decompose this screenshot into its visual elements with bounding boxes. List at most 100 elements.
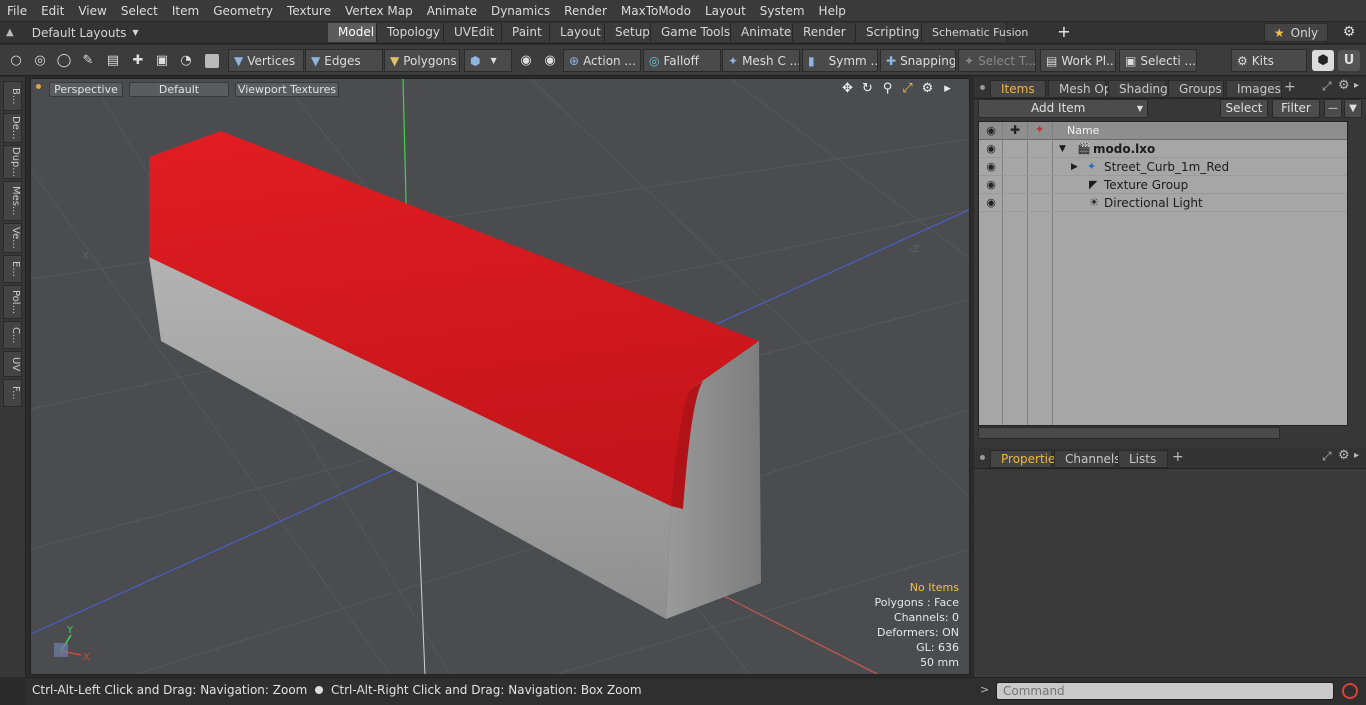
lock-header-icon[interactable]: ✚ <box>1010 123 1020 137</box>
tab-mesh-ops[interactable]: Mesh Ops <box>1048 80 1118 98</box>
strip-tab-basic[interactable]: B... <box>3 81 22 111</box>
menu-system[interactable]: System <box>753 0 812 22</box>
clock-icon[interactable]: ◔ <box>175 50 197 71</box>
falloff-button[interactable]: ◎ Falloff <box>643 49 721 72</box>
globe-icon[interactable]: ◎ <box>29 50 51 71</box>
select-button[interactable]: Select <box>1220 99 1268 118</box>
tab-setup[interactable]: Setup <box>605 23 651 42</box>
item-mode-icon[interactable] <box>201 50 223 71</box>
add-item-button[interactable]: Add Item ▼ <box>978 99 1148 118</box>
tab-model[interactable]: Model <box>328 23 377 42</box>
record-icon[interactable] <box>1342 683 1358 699</box>
menu-vertex-map[interactable]: Vertex Map <box>338 0 420 22</box>
menu-animate[interactable]: Animate <box>420 0 484 22</box>
zoom-view-icon[interactable]: ⚲ <box>880 81 895 96</box>
material-mode-button[interactable]: ⬢ ▼ <box>464 49 512 72</box>
tab-images[interactable]: Images <box>1226 80 1282 98</box>
panel-menu-dot[interactable] <box>980 85 985 90</box>
funnel-icon[interactable]: ▼ <box>1344 99 1362 118</box>
viewport-scene[interactable]: Y X -X -Z <box>31 79 970 675</box>
command-input[interactable] <box>996 682 1334 700</box>
viewport-menu-dot[interactable] <box>36 84 41 89</box>
item-list-scrollbar[interactable] <box>978 427 1280 439</box>
street-curb-mesh[interactable] <box>149 131 761 619</box>
unreal-icon[interactable]: U <box>1338 50 1360 71</box>
tab-uvedit[interactable]: UVEdit <box>444 23 502 42</box>
3d-viewport[interactable]: Y X -X -Z Perspective Default Viewport T… <box>30 78 970 675</box>
panel-gear-icon[interactable]: ⚙ <box>1338 78 1350 93</box>
panel-menu-dot[interactable] <box>980 455 985 460</box>
frame-icon[interactable]: ▣ <box>151 50 173 71</box>
selection-sets-button[interactable]: ▣ Selecti ... <box>1119 49 1197 72</box>
menu-dynamics[interactable]: Dynamics <box>484 0 557 22</box>
list-item[interactable]: ◉ ▼ 🎬 modo.lxo <box>979 140 1347 158</box>
tab-items[interactable]: Items <box>990 80 1046 98</box>
cube-icon[interactable]: ⬢ <box>1312 50 1334 71</box>
select-through-button[interactable]: ✦ Select T... <box>958 49 1036 72</box>
strip-tab-uv[interactable]: UV <box>3 351 22 377</box>
strip-tab-polygon[interactable]: Pol... <box>3 285 22 319</box>
menu-select[interactable]: Select <box>114 0 165 22</box>
rotate-view-icon[interactable]: ↻ <box>860 81 875 96</box>
name-header[interactable]: Name <box>1067 124 1099 137</box>
tab-game-tools[interactable]: Game Tools <box>651 23 731 42</box>
tab-topology[interactable]: Topology <box>377 23 444 42</box>
add-tab-icon[interactable]: + <box>1056 22 1072 43</box>
item-type-header-icon[interactable]: ✦ <box>1035 123 1044 136</box>
panel-arrow-icon[interactable]: ▸ <box>1354 80 1359 91</box>
move-view-icon[interactable]: ✥ <box>840 81 855 96</box>
panel-expand-icon[interactable]: ⤢ <box>1322 79 1332 94</box>
expand-arrow-icon[interactable]: ▸ <box>940 81 955 96</box>
strip-tab-curve[interactable]: C... <box>3 321 22 349</box>
list-item[interactable]: ◉ ☀ Directional Light <box>979 194 1347 212</box>
add-panel-tab-icon[interactable]: + <box>1284 79 1296 95</box>
menu-item[interactable]: Item <box>165 0 206 22</box>
viewport-settings-icon[interactable]: ⚙ <box>920 81 935 96</box>
edges-button[interactable]: ▼ Edges <box>305 49 383 72</box>
work-plane-button[interactable]: ▤ Work Pl... <box>1040 49 1116 72</box>
symmetry-button[interactable]: ▮ Symm ... <box>802 49 878 72</box>
snapping-button[interactable]: ✚ Snapping <box>880 49 956 72</box>
tab-properties[interactable]: Properties <box>990 450 1062 468</box>
expand-arrow-icon[interactable]: ▶ <box>1071 158 1078 176</box>
perspective-button[interactable]: Perspective <box>49 82 123 97</box>
tab-channels[interactable]: Channels <box>1054 450 1121 468</box>
panel-expand-icon[interactable]: ⤢ <box>1322 449 1332 464</box>
fit-view-icon[interactable]: ⤢ <box>900 81 915 96</box>
panel-gear-icon[interactable]: ⚙ <box>1338 448 1350 463</box>
shading-default-button[interactable]: Default <box>129 82 229 97</box>
viewport-textures-button[interactable]: Viewport Textures <box>235 82 339 97</box>
menu-geometry[interactable]: Geometry <box>206 0 280 22</box>
brush-icon[interactable]: ✎ <box>77 50 99 71</box>
tab-render[interactable]: Render <box>793 23 856 42</box>
symmetry-sphere-icon[interactable]: ◉ <box>515 50 537 71</box>
circle-select-icon[interactable]: ○ <box>5 50 27 71</box>
menu-layout[interactable]: Layout <box>698 0 753 22</box>
vertices-button[interactable]: ▼ Vertices <box>228 49 304 72</box>
expand-arrow-icon[interactable]: ▼ <box>1059 140 1066 158</box>
action-center-button[interactable]: ⊕ Action ... <box>563 49 641 72</box>
tab-paint[interactable]: Paint <box>502 23 550 42</box>
visibility-eye-icon[interactable]: ◉ <box>983 176 999 194</box>
strip-tab-fusion[interactable]: F... <box>3 379 22 407</box>
menu-render[interactable]: Render <box>557 0 614 22</box>
strip-tab-mesh-edit[interactable]: Mes... <box>3 181 22 221</box>
layouts-dropdown[interactable]: ▲ Default Layouts ▼ <box>6 22 139 43</box>
strip-tab-duplicate[interactable]: Dup... <box>3 145 22 179</box>
only-button[interactable]: ★ Only <box>1264 23 1328 42</box>
panel-arrow-icon[interactable]: ▸ <box>1354 450 1359 461</box>
tab-layout[interactable]: Layout <box>550 23 605 42</box>
tab-groups[interactable]: Groups <box>1168 80 1224 98</box>
kits-button[interactable]: ⚙ Kits <box>1231 49 1307 72</box>
menu-help[interactable]: Help <box>812 0 853 22</box>
filter-button[interactable]: Filter <box>1272 99 1320 118</box>
tab-animate[interactable]: Animate <box>731 23 793 42</box>
strip-tab-deform[interactable]: De... <box>3 113 22 143</box>
menu-maxtomodo[interactable]: MaxToModo <box>614 0 698 22</box>
menu-view[interactable]: View <box>71 0 113 22</box>
menu-file[interactable]: File <box>0 0 34 22</box>
add-panel-tab-icon[interactable]: + <box>1172 449 1184 465</box>
strip-tab-edge[interactable]: E... <box>3 255 22 283</box>
visibility-eye-icon[interactable]: ◉ <box>983 158 999 176</box>
align-icon[interactable]: ▤ <box>102 50 124 71</box>
